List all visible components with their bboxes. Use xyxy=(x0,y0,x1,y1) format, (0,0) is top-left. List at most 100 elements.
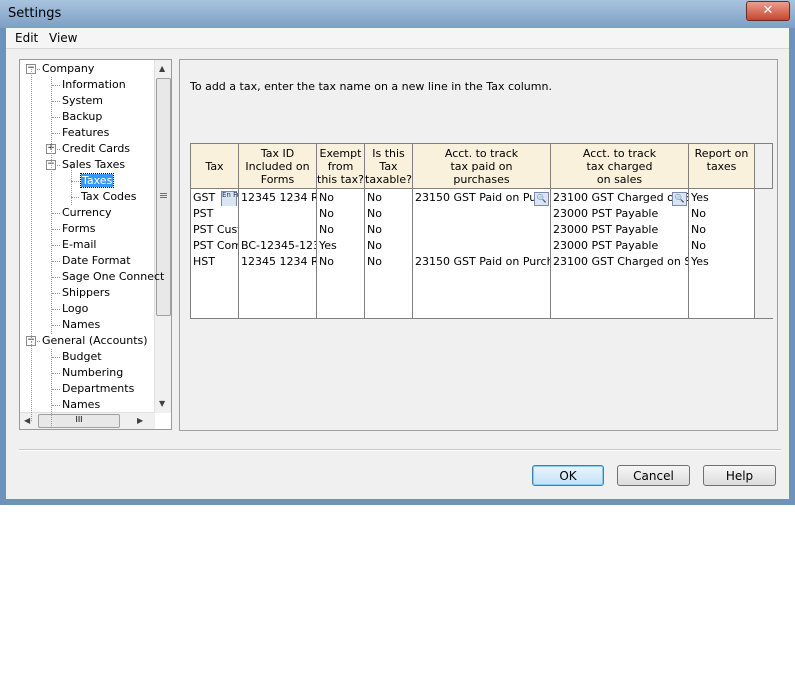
tree-item-sage-one-connect[interactable]: Sage One Connect xyxy=(62,269,164,285)
tree-item-company[interactable]: Company xyxy=(42,61,94,77)
cancel-button[interactable]: Cancel xyxy=(617,465,690,486)
cell-tax[interactable]: PST Cust xyxy=(191,222,238,238)
tree-item-forms[interactable]: Forms xyxy=(62,221,95,237)
column-header-tax: Tax xyxy=(191,144,239,189)
cell-tax[interactable]: PST xyxy=(191,206,238,222)
cell-acct-charged[interactable]: 23000 PST Payable xyxy=(551,222,688,238)
cell-tax-id[interactable] xyxy=(239,206,316,222)
cell-text: 23000 PST Payable xyxy=(553,239,659,252)
tree-item-date-format[interactable]: Date Format xyxy=(62,253,131,269)
settings-window: Settings ✕ Edit View ▲ ▼ ◀ III ▶ Company… xyxy=(0,0,795,505)
cell-taxable[interactable]: No xyxy=(365,222,412,238)
cell-text: 23100 GST Charged on Sales xyxy=(553,255,688,268)
column-header-line: from xyxy=(327,160,354,173)
cell-taxable[interactable]: No xyxy=(365,206,412,222)
column-header-taxable: Is this Tax taxable? xyxy=(365,144,413,189)
lookup-magnifier-icon[interactable]: 🔍 xyxy=(534,192,549,206)
cell-acct-paid[interactable] xyxy=(413,206,550,222)
tree-horizontal-scrollbar[interactable]: ◀ III ▶ xyxy=(20,412,155,429)
column-header-line: purchases xyxy=(453,173,510,186)
tree-item-label: Credit Cards xyxy=(62,142,131,155)
ok-button[interactable]: OK xyxy=(532,465,604,486)
cell-exempt[interactable]: Yes xyxy=(317,238,364,254)
scroll-up-arrow-icon[interactable]: ▲ xyxy=(159,64,165,73)
cell-tax[interactable]: GST En Fr xyxy=(191,190,238,206)
menu-edit[interactable]: Edit xyxy=(15,31,38,45)
tree-guide-line xyxy=(31,341,32,421)
tree-item-names[interactable]: Names xyxy=(62,397,100,413)
cell-exempt[interactable]: No xyxy=(317,254,364,270)
language-en-fr-icon[interactable]: En Fr xyxy=(221,191,238,206)
scroll-left-arrow-icon[interactable]: ◀ xyxy=(24,416,30,425)
column-header-line: on sales xyxy=(596,173,643,186)
cell-tax[interactable]: HST xyxy=(191,254,238,270)
tree-item-shippers[interactable]: Shippers xyxy=(62,285,110,301)
tree-item-credit-cards[interactable]: Credit Cards xyxy=(62,141,130,157)
cell-acct-charged[interactable]: 23000 PST Payable xyxy=(551,238,688,254)
tree-item-taxes[interactable]: Taxes xyxy=(79,173,115,189)
tree-vertical-scrollbar[interactable]: ▲ ▼ xyxy=(154,60,171,413)
tree-item-departments[interactable]: Departments xyxy=(62,381,134,397)
help-button[interactable]: Help xyxy=(703,465,776,486)
lookup-magnifier-icon[interactable]: 🔍 xyxy=(672,192,687,206)
cell-acct-paid[interactable] xyxy=(413,222,550,238)
tree-connector xyxy=(52,85,60,86)
tree-item-label: Sage One Connect xyxy=(62,270,165,283)
cell-acct-paid[interactable] xyxy=(413,238,550,254)
cell-tax-id[interactable]: 12345 1234 R1 xyxy=(239,190,316,206)
tree-item-general-accounts[interactable]: General (Accounts) xyxy=(42,333,148,349)
tree-item-budget[interactable]: Budget xyxy=(62,349,102,365)
taxes-grid[interactable]: Tax Tax ID Included on Forms Exempt from this … xyxy=(190,143,773,319)
cell-acct-paid[interactable]: 23150 GST Paid on Purchases xyxy=(413,254,550,270)
tree-connector xyxy=(52,101,60,102)
tree-item-label: Date Format xyxy=(62,254,131,267)
tree-item-information[interactable]: Information xyxy=(62,77,126,93)
cell-acct-charged[interactable]: 23100 GST Charged on Sales xyxy=(551,254,688,270)
cell-taxable[interactable]: No xyxy=(365,238,412,254)
scroll-thumb-grip: III xyxy=(75,415,83,424)
scroll-down-arrow-icon[interactable]: ▼ xyxy=(159,399,165,408)
tree-connector xyxy=(52,357,60,358)
cell-exempt[interactable]: No xyxy=(317,190,364,206)
column-header-filler xyxy=(755,144,773,189)
scroll-right-arrow-icon[interactable]: ▶ xyxy=(137,416,143,425)
tree-item-label: Company xyxy=(42,62,95,75)
cell-tax-id[interactable] xyxy=(239,222,316,238)
tree-item-e-mail[interactable]: E-mail xyxy=(62,237,97,253)
cell-acct-charged[interactable]: 23000 PST Payable xyxy=(551,206,688,222)
cell-tax-id[interactable]: 12345 1234 R1 xyxy=(239,254,316,270)
cell-tax-id[interactable]: BC-12345-1234 xyxy=(239,238,316,254)
cell-taxable[interactable]: No xyxy=(365,190,412,206)
settings-tree[interactable]: ▲ ▼ ◀ III ▶ Company − Information System Bac… xyxy=(19,59,172,430)
tree-item-label: Departments xyxy=(62,382,135,395)
cell-report[interactable]: Yes xyxy=(689,254,754,270)
title-bar[interactable]: Settings ✕ xyxy=(0,0,795,28)
tree-item-system[interactable]: System xyxy=(62,93,103,109)
tree-item-currency[interactable]: Currency xyxy=(62,205,112,221)
tree-item-features[interactable]: Features xyxy=(62,125,109,141)
cell-exempt[interactable]: No xyxy=(317,206,364,222)
tree-item-names[interactable]: Names xyxy=(62,317,100,333)
cell-taxable[interactable]: No xyxy=(365,254,412,270)
tree-item-logo[interactable]: Logo xyxy=(62,301,88,317)
tree-item-numbering[interactable]: Numbering xyxy=(62,365,123,381)
dialog-client-area: Edit View ▲ ▼ ◀ III ▶ Company − Informatio… xyxy=(6,28,789,499)
cell-report[interactable]: No xyxy=(689,206,754,222)
cell-report[interactable]: Yes xyxy=(689,190,754,206)
menu-view[interactable]: View xyxy=(49,31,77,45)
cell-report[interactable]: No xyxy=(689,222,754,238)
tree-item-tax-codes[interactable]: Tax Codes xyxy=(81,189,137,205)
tree-item-backup[interactable]: Backup xyxy=(62,109,102,125)
cell-text: PST Cust xyxy=(193,223,238,236)
menu-view-label: View xyxy=(49,31,78,45)
cell-report[interactable]: No xyxy=(689,238,754,254)
column-header-acct-paid: Acct. to track tax paid on purchases xyxy=(413,144,551,189)
tree-item-label: General (Accounts) xyxy=(42,334,148,347)
cell-text: No xyxy=(319,223,334,236)
close-button[interactable]: ✕ xyxy=(746,1,790,21)
tree-guide-line xyxy=(31,69,32,342)
cell-tax[interactable]: PST Comm xyxy=(191,238,238,254)
cell-exempt[interactable]: No xyxy=(317,222,364,238)
cell-acct-charged[interactable]: 23100 GST Charged on Sales🔍 xyxy=(551,190,688,206)
cell-acct-paid[interactable]: 23150 GST Paid on Purc 🔍 xyxy=(413,190,550,206)
